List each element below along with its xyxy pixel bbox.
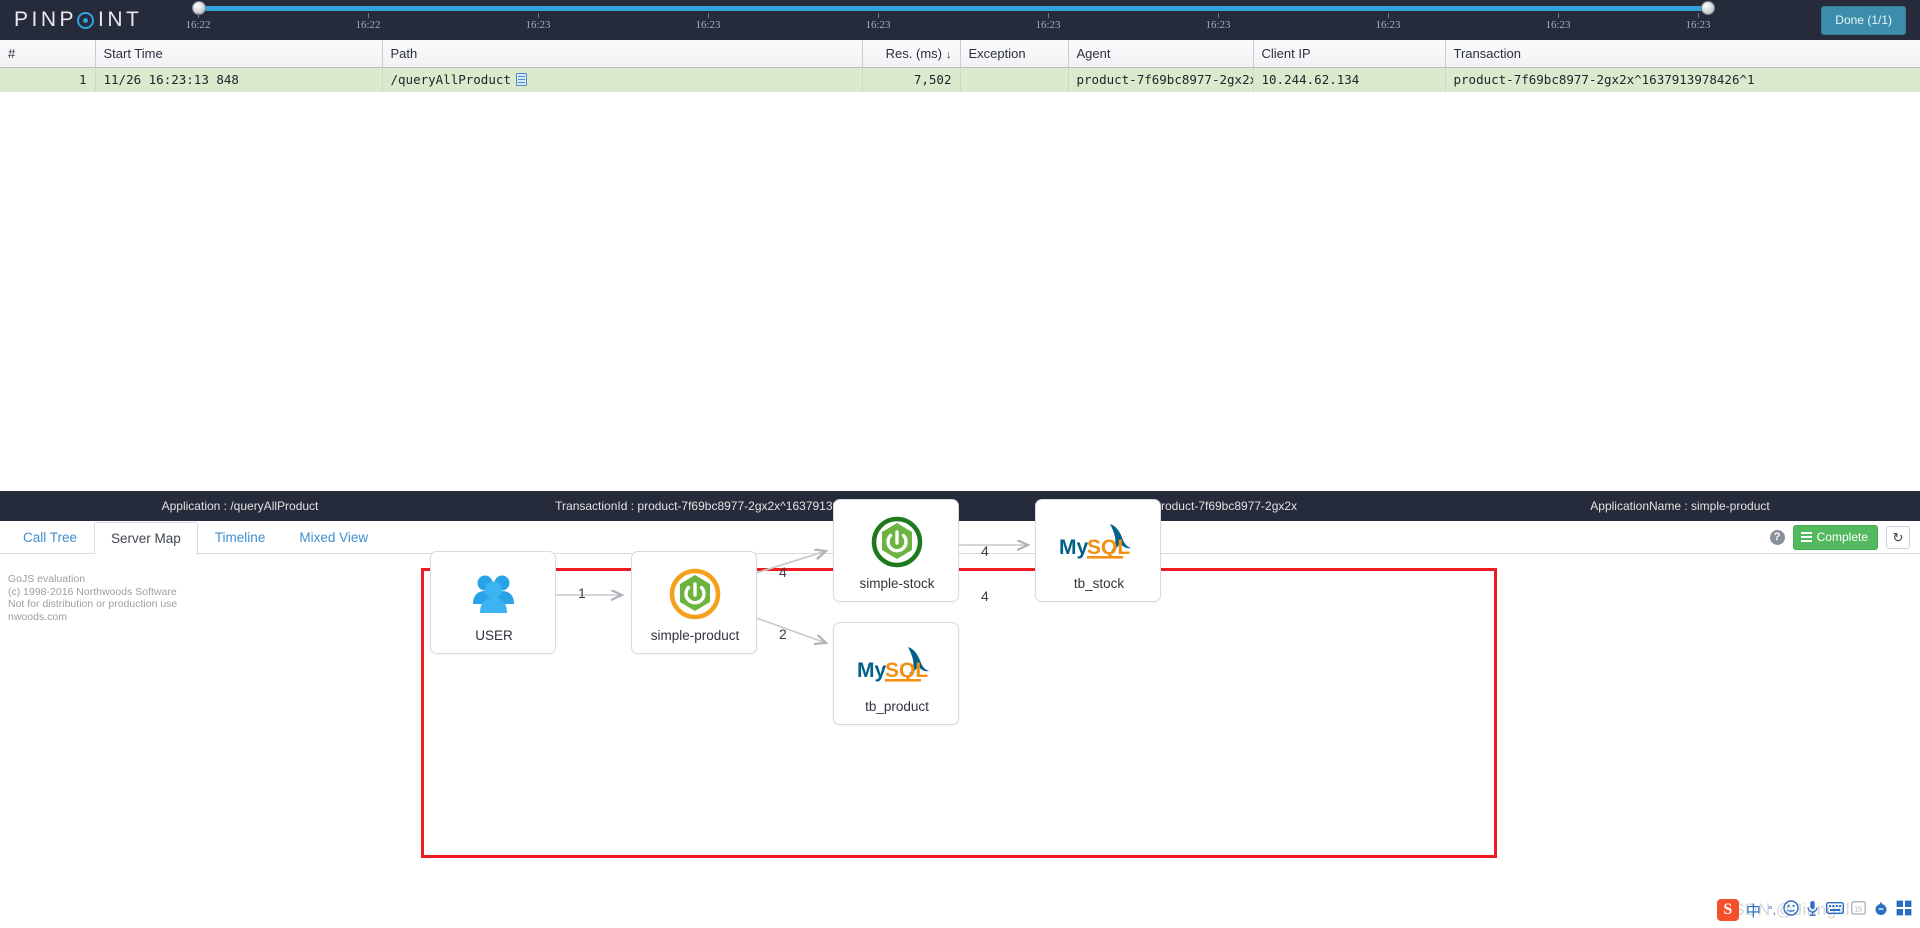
server-map-node-user[interactable]: USER: [430, 551, 556, 654]
cell-res-ms: 7,502: [862, 67, 961, 92]
scrubber-ticks: 16:22 16:22 16:23 16:23 16:23 16:23 16:2…: [185, 13, 1720, 40]
edge-label-simple-stock-to-tb-stock-visible: 4: [981, 588, 989, 604]
server-map-panel[interactable]: GoJS evaluation (c) 1998-2016 Northwoods…: [0, 499, 1920, 928]
top-navbar: PINP INT 16:22 16:22 16:23 16:23 16:23 1…: [0, 0, 1920, 40]
edge-label-simple-stock-to-tb-stock: 4: [981, 543, 989, 559]
pinpoint-app: PINP INT 16:22 16:22 16:23 16:23 16:23 1…: [0, 0, 1920, 928]
column-header-res-ms[interactable]: Res. (ms) ↓: [862, 40, 961, 68]
column-header-index[interactable]: #: [0, 40, 96, 68]
sogou-logo-icon[interactable]: S: [1716, 899, 1739, 921]
cell-index: 1: [0, 67, 96, 92]
table-row[interactable]: 1 11/26 16:23:13 848 /queryAllProduct 7,…: [0, 67, 1920, 92]
server-map-node-tb-stock[interactable]: My SQL tb_stock: [1035, 499, 1161, 602]
logo-text-pre: PINP: [14, 8, 78, 31]
node-label-tb-product: tb_product: [865, 699, 929, 714]
tick-3: 16:23: [678, 13, 738, 31]
apps-icon[interactable]: [1896, 900, 1912, 921]
tick-2: 16:23: [508, 13, 568, 31]
cell-agent: product-7f69bc8977-2gx2x: [1068, 67, 1254, 92]
done-button[interactable]: Done (1/1): [1821, 6, 1906, 35]
tick-0: 16:22: [168, 13, 228, 31]
node-label-tb-stock: tb_stock: [1073, 576, 1125, 591]
chinese-mode-icon[interactable]: 中: [1746, 900, 1761, 921]
transaction-table: # Start Time Path Res. (ms) ↓ Exception A…: [0, 40, 1920, 92]
pinpoint-logo[interactable]: PINP INT: [0, 0, 185, 40]
tick-8: 16:23: [1528, 13, 1588, 31]
scrubber-track[interactable]: [198, 6, 1708, 11]
logo-o-icon: [77, 10, 98, 31]
cell-path-text: /queryAllProduct: [390, 72, 511, 88]
node-label-simple-stock: simple-stock: [859, 576, 935, 591]
edge-label-simple-product-to-tb-product: 2: [779, 626, 787, 642]
tick-5: 16:23: [1018, 13, 1078, 31]
tick-4: 16:23: [848, 13, 908, 31]
column-header-client-ip[interactable]: Client IP: [1253, 40, 1446, 68]
svg-text:My: My: [857, 659, 886, 682]
server-map-node-tb-product[interactable]: My SQL tb_product: [833, 622, 959, 725]
table-empty-area: [0, 145, 1920, 530]
spring-boot-icon-green: [834, 514, 960, 570]
time-range-scrubber[interactable]: 16:22 16:22 16:23 16:23 16:23 16:23 16:2…: [185, 0, 1720, 40]
svg-text:My: My: [1059, 536, 1088, 559]
column-header-exception[interactable]: Exception: [960, 40, 1069, 68]
column-header-transaction[interactable]: Transaction: [1445, 40, 1920, 68]
mysql-icon: My SQL: [834, 637, 960, 693]
table-header-row: # Start Time Path Res. (ms) ↓ Exception A…: [0, 40, 1920, 68]
node-label-user: USER: [475, 628, 513, 643]
edge-label-simple-product-to-simple-stock: 4: [779, 564, 787, 580]
ime-toolbar: S 中 °, 15: [1716, 897, 1912, 923]
document-icon[interactable]: [515, 73, 527, 87]
calendar-icon[interactable]: 15: [1851, 900, 1866, 920]
svg-text:SQL: SQL: [1087, 536, 1130, 559]
server-map-node-simple-product[interactable]: simple-product: [631, 551, 757, 654]
voice-icon[interactable]: [1806, 900, 1819, 921]
tick-7: 16:23: [1358, 13, 1418, 31]
server-map-edges-upper: [736, 495, 1920, 580]
tick-6: 16:23: [1188, 13, 1248, 31]
transaction-table-panel: # Start Time Path Res. (ms) ↓ Exception A…: [0, 40, 1920, 530]
column-header-agent[interactable]: Agent: [1068, 40, 1254, 68]
server-map-node-simple-stock[interactable]: simple-stock: [833, 499, 959, 602]
keyboard-icon[interactable]: [1825, 901, 1845, 920]
cell-exception: [960, 67, 1069, 92]
sort-desc-icon: ↓: [946, 49, 952, 61]
svg-text:15: 15: [1854, 907, 1862, 914]
column-header-path[interactable]: Path: [382, 40, 863, 68]
svg-text:SQL: SQL: [885, 659, 928, 682]
edge-label-user-to-simple-product: 1: [578, 585, 586, 601]
punctuation-icon[interactable]: °,: [1768, 903, 1776, 917]
toolbox-icon[interactable]: [1873, 900, 1889, 921]
spring-boot-icon-orange: [632, 566, 758, 622]
tick-9: 16:23: [1668, 13, 1728, 31]
node-label-simple-product: simple-product: [650, 628, 740, 643]
cell-start-time: 11/26 16:23:13 848: [95, 67, 383, 92]
column-header-start-time[interactable]: Start Time: [95, 40, 383, 68]
logo-text-post: INT: [98, 8, 143, 31]
users-icon: [431, 566, 557, 622]
cell-path: /queryAllProduct: [382, 67, 863, 92]
tick-1: 16:22: [338, 13, 398, 31]
emoji-icon[interactable]: [1783, 899, 1799, 921]
cell-client-ip: 10.244.62.134: [1253, 67, 1446, 92]
mysql-icon: My SQL: [1036, 514, 1162, 570]
cell-transaction: product-7f69bc8977-2gx2x^1637913978426^1: [1445, 67, 1920, 92]
